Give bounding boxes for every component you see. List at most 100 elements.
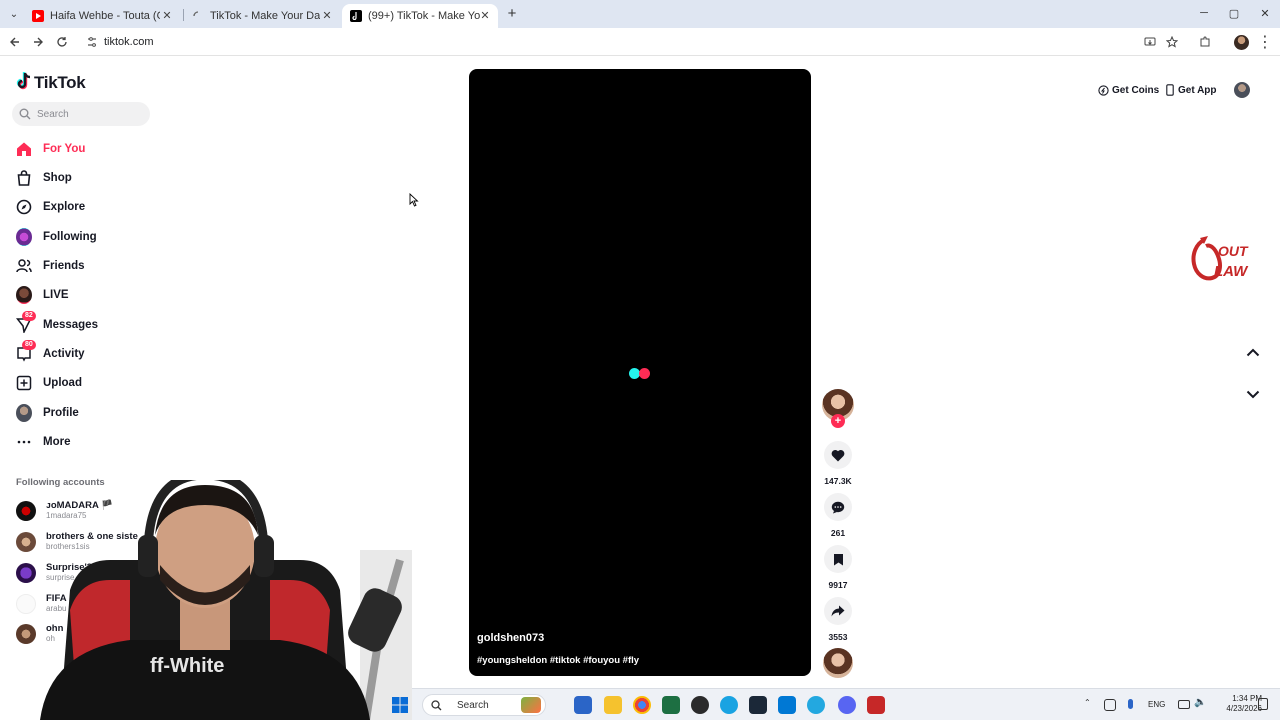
tray-chevron-up-icon[interactable]: ⌃ xyxy=(1084,698,1091,707)
new-tab-button[interactable]: + xyxy=(504,5,520,22)
obs-app-icon[interactable] xyxy=(691,696,709,714)
heart-icon xyxy=(831,449,845,461)
coin-icon xyxy=(1098,84,1109,96)
calculator-app-icon[interactable] xyxy=(574,696,592,714)
nav-friends[interactable]: Friends xyxy=(16,254,176,278)
file-explorer-icon[interactable] xyxy=(604,696,622,714)
svg-text:OUT: OUT xyxy=(1218,243,1249,259)
nav-more[interactable]: More xyxy=(16,430,176,454)
microphone-icon[interactable] xyxy=(1128,699,1133,709)
notification-bell-icon[interactable] xyxy=(1258,698,1268,710)
taskbar-search-box[interactable]: Search xyxy=(422,694,546,716)
tab-search-chevron-icon[interactable]: ⌄ xyxy=(6,6,22,22)
browser-app-icon[interactable] xyxy=(807,696,825,714)
chrome-app-icon[interactable] xyxy=(633,696,651,714)
nav-for-you[interactable]: For You xyxy=(16,137,176,161)
close-tab-icon[interactable]: ✕ xyxy=(160,8,174,22)
search-box[interactable] xyxy=(12,102,150,126)
nav-upload[interactable]: Upload xyxy=(16,371,176,395)
nav-label: Shop xyxy=(43,172,72,184)
close-tab-icon[interactable]: ✕ xyxy=(320,8,334,22)
tiktok-wordmark: TikTok xyxy=(34,73,86,92)
tab-youtube[interactable]: Haifa Wehbe - Touta (Official M ✕ xyxy=(24,4,180,28)
store-app-icon[interactable] xyxy=(778,696,796,714)
steam-app-icon[interactable] xyxy=(749,696,767,714)
forward-arrow-icon[interactable] xyxy=(29,33,47,51)
video-hashtags[interactable]: #youngsheldon #tiktok #fouyou #fly xyxy=(477,655,639,666)
nav-label: Profile xyxy=(43,407,79,419)
profile-avatar-icon xyxy=(16,404,32,422)
comment-button[interactable] xyxy=(824,493,852,521)
share-button[interactable] xyxy=(824,597,852,625)
taskbar-clock[interactable]: 1:34 PM 4/23/2026 xyxy=(1212,694,1262,714)
excel-app-icon[interactable] xyxy=(662,696,680,714)
tiktok-favicon-icon xyxy=(350,10,362,22)
browser-menu-icon[interactable]: ⋮ xyxy=(1256,33,1274,51)
bookmark-star-icon[interactable] xyxy=(1163,33,1181,51)
next-video-chevron-down-icon[interactable] xyxy=(1243,384,1263,404)
tab-tiktok-active[interactable]: (99+) TikTok - Make Your Day ✕ xyxy=(342,4,498,28)
minimize-window-icon[interactable]: ─ xyxy=(1194,5,1214,21)
back-arrow-icon[interactable] xyxy=(6,33,24,51)
nav-live[interactable]: LIVE xyxy=(16,283,176,307)
site-info-icon[interactable] xyxy=(86,35,98,47)
address-bar[interactable]: tiktok.com xyxy=(104,36,154,48)
extensions-puzzle-icon[interactable] xyxy=(1196,33,1214,51)
tiktok-logo[interactable]: TikTok xyxy=(16,71,86,95)
windows-start-icon[interactable] xyxy=(392,697,408,713)
edge-app-icon[interactable] xyxy=(720,696,738,714)
nav-explore[interactable]: Explore xyxy=(16,195,176,219)
share-arrow-icon xyxy=(831,605,845,617)
svg-text:ff-White: ff-White xyxy=(150,655,224,677)
nav-label: Upload xyxy=(43,377,82,389)
previous-video-chevron-up-icon[interactable] xyxy=(1243,342,1263,362)
reload-icon[interactable] xyxy=(53,33,71,51)
activity-count-badge: 80 xyxy=(22,340,36,350)
tab-title: (99+) TikTok - Make Your Day xyxy=(368,10,480,22)
speaker-icon[interactable]: 🔈 xyxy=(1194,697,1206,708)
taskbar-search-label: Search xyxy=(457,700,489,711)
close-tab-icon[interactable]: ✕ xyxy=(478,8,492,22)
browser-toolbar: tiktok.com ⋮ xyxy=(0,28,1280,56)
network-icon[interactable] xyxy=(1178,700,1190,709)
nav-shop[interactable]: Shop xyxy=(16,166,176,190)
maximize-window-icon[interactable]: ▢ xyxy=(1224,5,1244,21)
music-disc-avatar[interactable] xyxy=(823,648,853,678)
nav-messages[interactable]: 82 Messages xyxy=(16,311,176,337)
get-coins-button[interactable]: Get Coins xyxy=(1098,82,1159,98)
save-count: 9917 xyxy=(828,580,848,590)
outlaw-app-icon[interactable] xyxy=(867,696,885,714)
nav-label: Activity xyxy=(43,348,85,360)
video-player[interactable]: goldshen073 #youngsheldon #tiktok #fouyo… xyxy=(469,69,811,676)
nav-label: Following xyxy=(43,231,97,243)
clock-date: 4/23/2026 xyxy=(1226,704,1262,713)
friends-icon xyxy=(16,258,32,274)
tiktok-note-icon xyxy=(16,71,32,95)
language-indicator[interactable]: ENG xyxy=(1148,700,1165,709)
search-input[interactable] xyxy=(37,106,142,122)
tray-sync-icon[interactable] xyxy=(1104,699,1116,711)
get-app-button[interactable]: Get App xyxy=(1166,82,1217,98)
install-app-icon[interactable] xyxy=(1141,33,1159,51)
tab-tiktok-1[interactable]: TikTok - Make Your Day ✕ xyxy=(184,4,340,28)
user-avatar[interactable] xyxy=(1234,82,1250,98)
nav-label: LIVE xyxy=(43,289,69,301)
nav-label: More xyxy=(43,436,71,448)
nav-label: Friends xyxy=(43,260,85,272)
nav-following[interactable]: Following xyxy=(16,225,176,249)
tab-title: Haifa Wehbe - Touta (Official M xyxy=(50,10,160,22)
search-icon xyxy=(19,108,31,120)
browser-profile-avatar[interactable] xyxy=(1232,33,1250,51)
video-author-name[interactable]: goldshen073 xyxy=(477,632,544,644)
close-window-icon[interactable]: ✕ xyxy=(1255,5,1275,21)
discord-app-icon[interactable] xyxy=(838,696,856,714)
more-icon xyxy=(16,434,32,450)
like-button[interactable] xyxy=(824,441,852,469)
svg-text:LAW: LAW xyxy=(1214,263,1249,280)
phone-icon xyxy=(1166,84,1174,96)
save-button[interactable] xyxy=(824,545,852,573)
comment-icon xyxy=(831,501,845,513)
nav-profile[interactable]: Profile xyxy=(16,401,176,425)
follow-plus-button[interactable]: + xyxy=(831,414,845,428)
nav-activity[interactable]: 80 Activity xyxy=(16,340,176,366)
